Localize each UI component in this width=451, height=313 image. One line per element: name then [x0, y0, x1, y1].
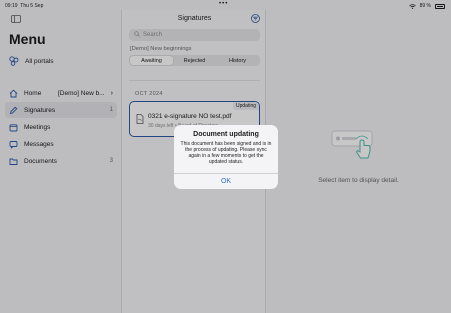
modal-overlay: Document updating This document has been… [0, 0, 451, 313]
ok-button[interactable]: OK [174, 174, 278, 189]
alert-title: Document updating [193, 131, 259, 138]
document-updating-alert: Document updating This document has been… [174, 125, 278, 189]
alert-message: This document has been signed and is in … [180, 141, 272, 165]
